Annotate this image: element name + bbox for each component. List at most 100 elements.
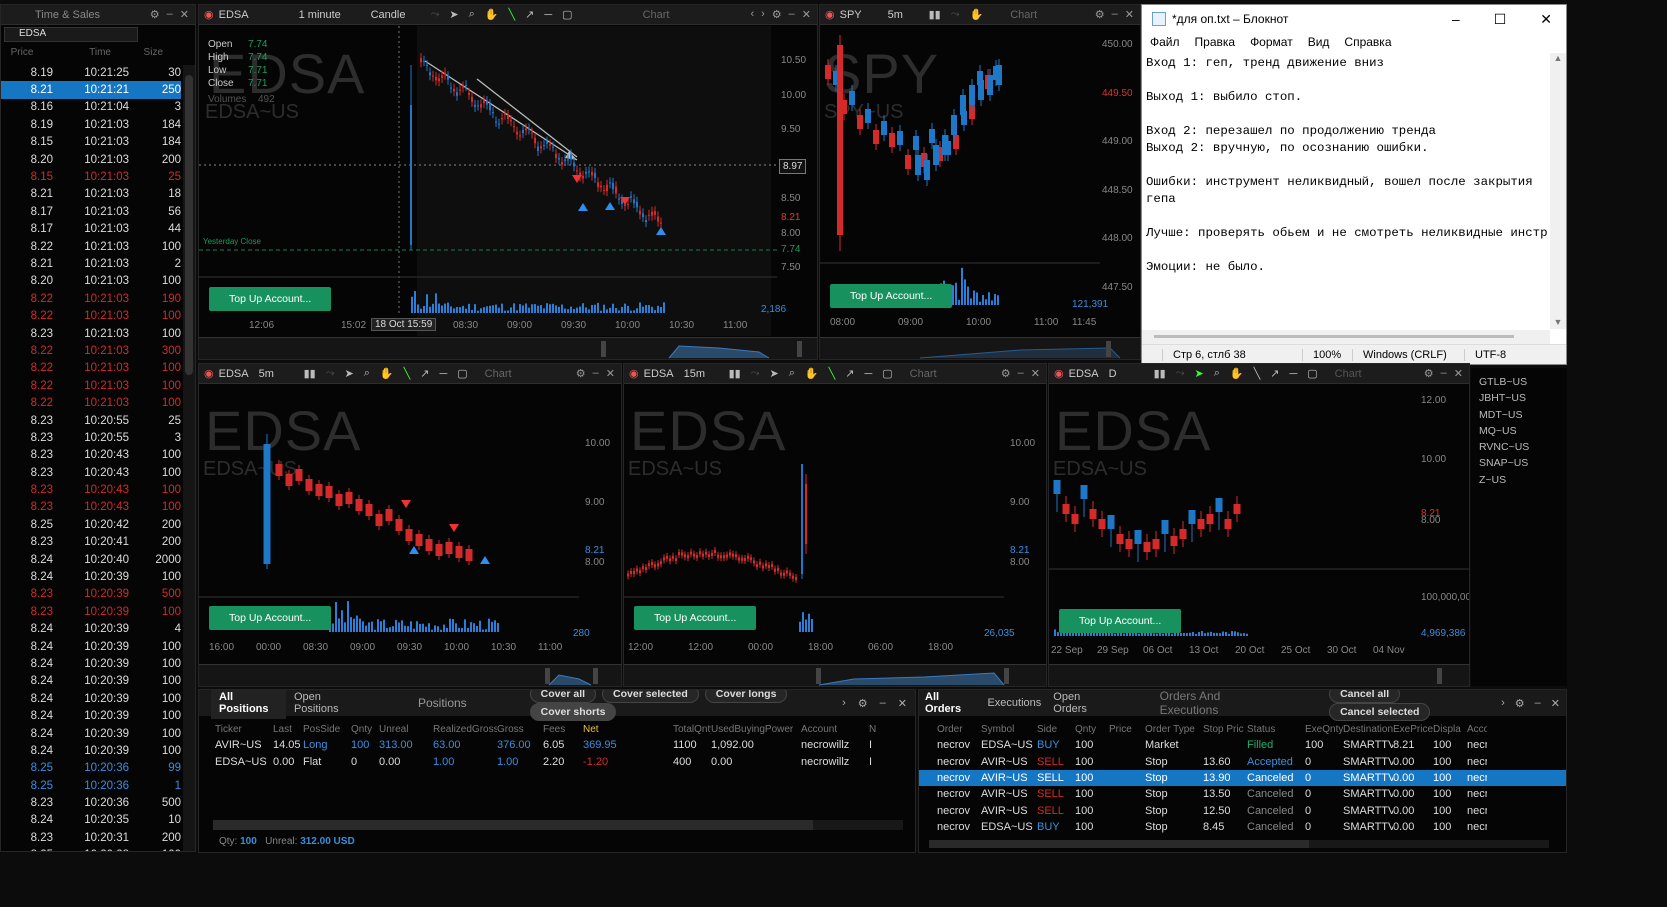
gear-icon[interactable]: ⚙	[1515, 697, 1525, 710]
table-row[interactable]: necrov EDSA~US BUY 100 Market Filled 100 SMARTT…	[919, 737, 1566, 753]
watchlist-item[interactable]: MDT~US	[1479, 407, 1529, 423]
column-header[interactable]: Price	[1109, 724, 1145, 735]
menu-edit[interactable]: Правка	[1195, 35, 1236, 49]
ts-row[interactable]: 8.23 10:20:39 100	[1, 603, 181, 620]
column-header[interactable]: Stop Pric	[1203, 724, 1247, 735]
column-header[interactable]: UsedBuyingPower	[711, 724, 801, 735]
ts-row[interactable]: 8.23 10:21:03 100	[1, 325, 181, 342]
cover-longs-button[interactable]: Cover longs	[705, 689, 788, 703]
watchlist-item[interactable]: MQ~US	[1479, 423, 1529, 439]
ts-row[interactable]: 8.15 10:21:03 184	[1, 134, 181, 151]
watchlist-item[interactable]: RVNC~US	[1479, 439, 1529, 455]
tab-open-orders[interactable]: Open Orders	[1047, 689, 1119, 719]
ts-row[interactable]: 8.15 10:21:03 25	[1, 168, 181, 185]
symbol-input[interactable]: EDSA	[4, 27, 138, 42]
ts-row[interactable]: 8.20 10:21:03 200	[1, 151, 181, 168]
ts-row[interactable]: 8.21 10:21:21 250	[1, 81, 181, 98]
ts-row[interactable]: 8.21 10:21:03 18	[1, 186, 181, 203]
price-plot[interactable]	[199, 364, 622, 687]
column-header[interactable]: Account	[801, 724, 869, 735]
maximize-icon[interactable]: ☐	[1494, 11, 1507, 28]
ts-row[interactable]: 8.23 10:20:39 500	[1, 586, 181, 603]
menu-format[interactable]: Формат	[1250, 35, 1293, 49]
table-row[interactable]: necrov AVIR~US SELL 100 Stop 12.50 Canceled 0 SM…	[919, 803, 1566, 819]
ts-row[interactable]: 8.23 10:20:43 100	[1, 481, 181, 498]
ts-row[interactable]: 8.21 10:21:03 2	[1, 255, 181, 272]
ts-row[interactable]: 8.25 10:20:36 99	[1, 760, 181, 777]
column-header[interactable]: Order Type	[1145, 724, 1203, 735]
close-icon[interactable]: ✕	[180, 8, 189, 21]
ts-row[interactable]: 8.22 10:21:03 100	[1, 238, 181, 255]
ts-row[interactable]: 8.25 10:20:36 1	[1, 777, 181, 794]
timeline-scroller[interactable]	[199, 337, 818, 359]
chart-edsa-daily[interactable]: ◉ EDSA D ▮▮ ⤳ ➤ ⌕ ✋ ╲ ↗ ─ ▢ Chart ⚙ – ✕ ED…	[1048, 363, 1470, 687]
cover-selected-button[interactable]: Cover selected	[602, 689, 699, 703]
ts-row[interactable]: 8.24 10:20:40 2000	[1, 551, 181, 568]
ts-row[interactable]: 8.19 10:21:25 30	[1, 64, 181, 81]
ts-row[interactable]: 8.22 10:21:03 100	[1, 377, 181, 394]
table-row[interactable]: necrov AVIR~US SELL 100 Stop 13.90 Canceled 0 SM…	[919, 770, 1566, 786]
ts-row[interactable]: 8.22 10:21:03 100	[1, 307, 181, 324]
ts-row[interactable]: 8.25 10:20:42 200	[1, 516, 181, 533]
column-header[interactable]: Side	[1037, 724, 1075, 735]
column-header[interactable]: Gross	[497, 724, 543, 735]
cancel-all-button[interactable]: Cancel all	[1329, 689, 1400, 703]
ts-row[interactable]: 8.22 10:21:03 190	[1, 290, 181, 307]
scrollbar[interactable]	[183, 65, 195, 851]
column-header[interactable]: PosSide	[303, 724, 351, 735]
column-header[interactable]: Order	[937, 724, 981, 735]
column-header[interactable]: Qnty	[1075, 724, 1109, 735]
column-header[interactable]: Symbol	[981, 724, 1037, 735]
cancel-selected-button[interactable]: Cancel selected	[1329, 703, 1430, 721]
minimize-icon[interactable]: –	[1535, 697, 1541, 710]
column-header[interactable]: ExePrice	[1393, 724, 1433, 735]
timeline-scroller[interactable]	[624, 664, 1047, 686]
column-header[interactable]: Destination	[1343, 724, 1393, 735]
close-icon[interactable]: ✕	[1540, 11, 1552, 28]
close-icon[interactable]: ✕	[1551, 697, 1560, 710]
top-up-account-button[interactable]: Top Up Account...	[209, 606, 331, 630]
ts-row[interactable]: 8.24 10:20:35 10	[1, 812, 181, 829]
ts-row[interactable]: 8.23 10:20:43 100	[1, 464, 181, 481]
tab-all-positions[interactable]: All Positions	[211, 689, 286, 719]
column-header[interactable]: TotalQnty	[673, 724, 711, 735]
ts-row[interactable]: 8.24 10:20:39 100	[1, 742, 181, 759]
price-plot[interactable]	[1049, 364, 1470, 687]
ts-row[interactable]: 8.24 10:20:39 100	[1, 655, 181, 672]
watchlist-item[interactable]: Z~US	[1479, 472, 1529, 488]
timeline-scroller[interactable]	[199, 664, 622, 686]
top-up-account-button[interactable]: Top Up Account...	[209, 287, 331, 311]
notepad-window[interactable]: *для оп.txt – Блокнот – ☐ ✕ Файл Правка …	[1141, 4, 1567, 365]
chart-spy-5m[interactable]: ◉ SPY 5m ▮▮ ⤳ ✋ Chart ⚙ – ✕ SPY SPY~US 450…	[819, 4, 1141, 360]
timeline-scroller[interactable]	[820, 337, 1141, 359]
ts-row[interactable]: 8.24 10:20:39 100	[1, 638, 181, 655]
top-up-account-button[interactable]: Top Up Account...	[830, 284, 952, 308]
ts-row[interactable]: 8.22 10:21:03 100	[1, 394, 181, 411]
ts-row[interactable]: 8.17 10:21:03 56	[1, 203, 181, 220]
horizontal-scrollbar[interactable]	[213, 820, 903, 830]
table-row[interactable]: EDSA~US 0.00 Flat 0 0.00 1.00 1.00 2.20 -1.20 400…	[215, 753, 916, 769]
horizontal-scrollbar[interactable]	[1142, 330, 1550, 344]
column-header[interactable]: Ticker	[215, 724, 273, 735]
chart-edsa-1min[interactable]: ◉ EDSA 1 minute Candle ⤳ ➤ ⌕ ✋ ╲ ↗ ─ ▢ C…	[198, 4, 818, 360]
ts-row[interactable]: 8.23 10:20:43 100	[1, 499, 181, 516]
watchlist-item[interactable]: JBHT~US	[1479, 390, 1529, 406]
column-header[interactable]: Displa	[1433, 724, 1467, 735]
minimize-icon[interactable]: –	[167, 8, 173, 21]
timeline-scroller[interactable]	[1049, 664, 1470, 686]
minimize-icon[interactable]: –	[880, 697, 886, 710]
column-header[interactable]: RealizedGross	[433, 724, 497, 735]
table-row[interactable]: necrov AVIR~US SELL 100 Stop 13.60 Accepted 0 SM…	[919, 753, 1566, 769]
tab-open-positions[interactable]: Open Positions	[286, 689, 368, 719]
top-up-account-button[interactable]: Top Up Account...	[1059, 609, 1181, 633]
column-header[interactable]: Fees	[543, 724, 583, 735]
ts-row[interactable]: 8.23 10:20:41 200	[1, 534, 181, 551]
ts-row[interactable]: 8.23 10:20:55 3	[1, 429, 181, 446]
column-header[interactable]: Net	[583, 724, 673, 735]
ts-row[interactable]: 8.24 10:20:39 100	[1, 707, 181, 724]
ts-row[interactable]: 8.24 10:20:39 100	[1, 690, 181, 707]
column-header[interactable]: Accou	[1467, 724, 1487, 735]
ts-row[interactable]: 8.17 10:21:03 44	[1, 221, 181, 238]
ts-row[interactable]: 8.24 10:20:39 4	[1, 621, 181, 638]
notepad-text-area[interactable]: Вход 1: геп, тренд движение вниз Выход 1…	[1146, 55, 1551, 276]
